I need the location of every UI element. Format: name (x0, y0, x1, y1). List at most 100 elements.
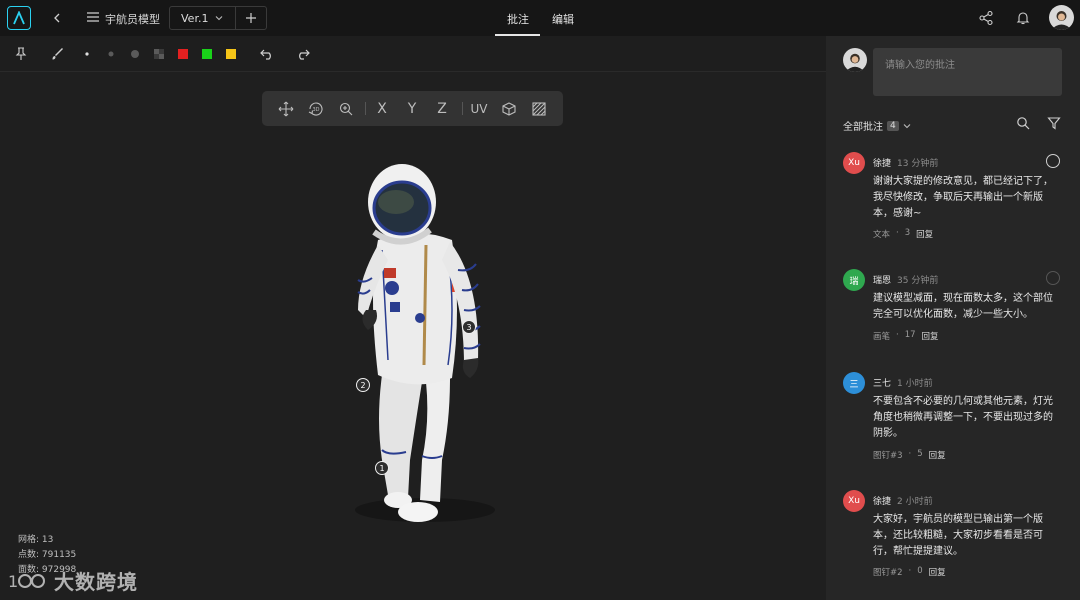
user-avatar[interactable] (1049, 5, 1074, 30)
comment-count-badge: 4 (887, 120, 899, 131)
comment-body: 建议模型减面，现在面数太多，这个部位完全可以优化面数，减少一些大小。 (873, 293, 1053, 320)
chevron-left-icon (54, 13, 60, 23)
color-green-swatch[interactable] (202, 49, 212, 59)
size-small-tool[interactable] (79, 46, 95, 62)
app-logo[interactable] (7, 6, 31, 30)
project-name: 宇航员模型 (105, 13, 160, 26)
3d-viewport[interactable]: 3D X Y Z UV 1 2 3 网格: 13 点数: 791135 面数: … (0, 72, 826, 600)
comment-meta: 图钉#3 · 5 回复 (873, 449, 946, 461)
comment-meta: 画笔 · 17 回复 (873, 330, 939, 342)
comment-time: 13 分钟前 (897, 159, 939, 169)
resolve-checkbox[interactable] (1046, 154, 1060, 168)
svg-text:1: 1 (8, 572, 18, 591)
pin-3-label[interactable]: 3 (466, 323, 471, 332)
meta-dot: · (908, 449, 912, 459)
reply-count: 3 (904, 228, 911, 238)
notification-button[interactable] (1015, 10, 1031, 26)
filter-label: 全部批注 (843, 122, 883, 133)
watermark-text: 大数跨境 (54, 570, 138, 594)
checker-icon (154, 49, 164, 59)
cube-button[interactable] (500, 100, 518, 118)
pin-tool[interactable] (13, 46, 29, 62)
astronaut-model[interactable]: 1 2 3 (330, 160, 530, 530)
axis-x-button[interactable]: X (374, 100, 390, 118)
comment-avatar: 瑞 (843, 269, 865, 291)
brush-tool[interactable] (49, 46, 65, 62)
axis-z-button[interactable]: Z (434, 100, 450, 118)
cube-icon (502, 102, 516, 116)
comment-meta: 图钉#2 · 0 回复 (873, 566, 946, 578)
undo-button[interactable] (259, 46, 275, 62)
tab-annotate[interactable]: 批注 (507, 11, 529, 27)
comment-filter-dropdown[interactable]: 全部批注 4 (843, 118, 911, 133)
filter-button[interactable] (1047, 116, 1061, 130)
pin-1-label[interactable]: 1 (379, 464, 384, 473)
chevron-down-icon (216, 16, 223, 21)
reply-count: 17 (904, 330, 916, 340)
redo-button[interactable] (295, 46, 311, 62)
reply-link[interactable]: 回复 (929, 566, 946, 578)
logo-icon (13, 11, 25, 25)
my-avatar (843, 48, 867, 72)
comment-body: 大家好，宇航员的模型已输出第一个版本，还比较粗糙，大家初步看看是否可行，帮忙提提… (873, 514, 1043, 557)
back-button[interactable] (48, 9, 66, 27)
comment-author: 徐捷 (873, 159, 892, 169)
comment-author: 三七 (873, 379, 892, 389)
comment-tag: 画笔 (873, 332, 891, 342)
share-button[interactable] (978, 10, 994, 26)
tab-edit[interactable]: 编辑 (552, 11, 574, 27)
rotate-3d-button[interactable]: 3D (307, 100, 325, 118)
add-version-button[interactable] (236, 7, 266, 29)
move-icon (278, 101, 294, 117)
funnel-icon (1047, 117, 1061, 130)
comment-author: 瑞恩 (873, 276, 892, 286)
size-large-tool[interactable] (127, 46, 143, 62)
texture-button[interactable] (530, 100, 548, 118)
mesh-count: 网格: 13 (18, 535, 54, 545)
top-bar: 宇航员模型 Ver.1 批注 编辑 (0, 0, 1080, 36)
bell-icon (1016, 12, 1030, 25)
avatar-image (843, 48, 867, 72)
comment-avatar: 三 (843, 372, 865, 394)
uv-button[interactable]: UV (469, 100, 489, 118)
reply-link[interactable]: 回复 (916, 228, 933, 240)
chevron-down-icon (903, 123, 911, 128)
comment-item: Xu 徐捷 13 分钟前 谢谢大家提的修改意见，都已经记下了，我尽快修改，争取后… (843, 152, 1065, 252)
comment-time: 2 小时前 (897, 497, 933, 507)
eraser-tool[interactable] (151, 46, 167, 62)
reply-link[interactable]: 回复 (922, 330, 939, 342)
reply-link[interactable]: 回复 (929, 449, 946, 461)
version-group: Ver.1 (169, 6, 267, 30)
brush-icon (52, 48, 63, 60)
rotate-3d-icon: 3D (308, 102, 323, 116)
move-button[interactable] (277, 100, 295, 118)
comment-item: 瑞 瑞恩 35 分钟前 建议模型减面，现在面数太多，这个部位完全可以优化面数，减… (843, 269, 1065, 359)
zoom-button[interactable] (337, 100, 355, 118)
comment-item: Xu 徐捷 2 小时前 大家好，宇航员的模型已输出第一个版本，还比较粗糙，大家初… (843, 490, 1065, 590)
color-yellow-swatch[interactable] (226, 49, 236, 59)
annotation-toolbar (0, 36, 826, 72)
pin-2-label[interactable]: 2 (360, 381, 365, 390)
comment-tag: 文本 (873, 230, 891, 240)
comment-input[interactable] (873, 48, 1062, 96)
undo-icon (260, 49, 271, 60)
dot-large-icon (131, 50, 139, 58)
meta-dot: · (896, 228, 899, 238)
pin-icon (15, 47, 27, 60)
comment-avatar: Xu (843, 152, 865, 174)
meta-dot: · (908, 566, 912, 576)
search-comments-button[interactable] (1016, 116, 1030, 130)
version-select[interactable]: Ver.1 (170, 7, 236, 29)
resolve-checkbox[interactable] (1046, 271, 1060, 285)
color-red-swatch[interactable] (178, 49, 188, 59)
comment-meta: 文本 · 3 回复 (873, 228, 933, 240)
meta-dot: · (896, 330, 899, 340)
size-medium-tool[interactable] (103, 46, 119, 62)
comments-panel: 全部批注 4 Xu 徐捷 13 分钟前 谢谢大家提的修改意见，都已经记下了，我尽… (826, 36, 1080, 600)
redo-icon (299, 49, 310, 60)
axis-y-button[interactable]: Y (404, 100, 420, 118)
plus-icon (246, 13, 256, 23)
view-toolbar: 3D X Y Z UV (262, 91, 563, 126)
watermark: 1 大数跨境 (8, 566, 138, 595)
menu-button[interactable] (86, 10, 100, 24)
